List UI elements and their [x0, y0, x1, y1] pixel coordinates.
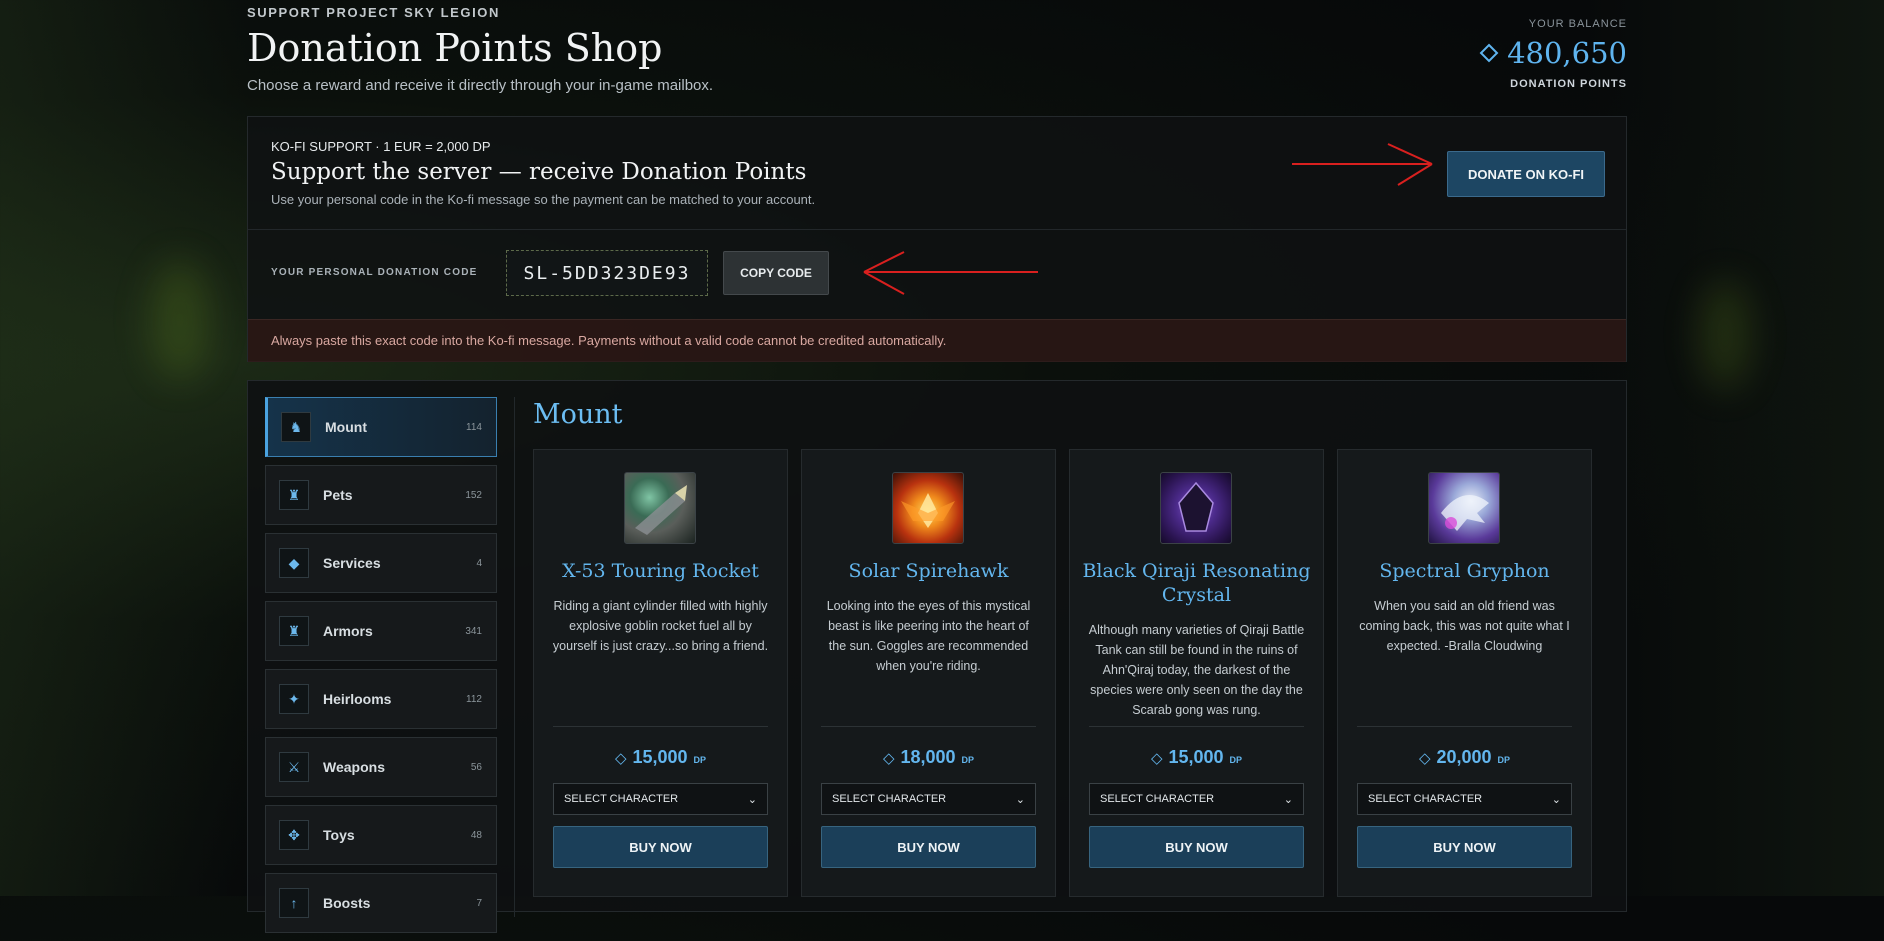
background-left [0, 0, 250, 896]
category-label: Armors [323, 623, 373, 639]
chevron-down-icon: ⌄ [1283, 793, 1293, 806]
arrow-right-icon [1292, 143, 1433, 186]
item-description: Looking into the eyes of this mystical b… [826, 599, 1031, 673]
swords-icon: ⚔ [279, 752, 309, 782]
chevron-down-icon: ⌄ [1551, 793, 1561, 806]
donation-code[interactable]: SL-5DD323DE93 [506, 250, 708, 296]
item-card: Black Qiraji Resonating Crystal Although… [1069, 449, 1324, 897]
item-name: Solar Spirehawk [848, 560, 1009, 582]
diamond-icon: ◇ [1150, 750, 1163, 767]
item-description: Riding a giant cylinder filled with high… [552, 599, 769, 653]
item-card: X-53 Touring Rocket Riding a giant cylin… [533, 449, 788, 897]
background-glow [1700, 280, 1750, 390]
background-right [1584, 0, 1884, 896]
category-mount[interactable]: ♞ Mount 114 [265, 397, 497, 457]
gryphon-icon [1428, 472, 1500, 544]
item-card: Solar Spirehawk Looking into the eyes of… [801, 449, 1056, 897]
buy-now-button[interactable]: BUY NOW [1357, 826, 1572, 868]
item-price: ◇ 15,000 DP [1150, 747, 1243, 767]
character-select[interactable]: SELECT CHARACTER ⌄ [821, 783, 1036, 815]
crystal-icon [1160, 472, 1232, 544]
buy-now-button[interactable]: BUY NOW [821, 826, 1036, 868]
section-title: Mount [533, 399, 623, 430]
diamond-icon: ◆ [279, 548, 309, 578]
background-glow [150, 260, 210, 380]
move-icon: ✥ [279, 820, 309, 850]
star-icon: ✦ [279, 684, 309, 714]
category-weapons[interactable]: ⚔ Weapons 56 [265, 737, 497, 797]
diamond-icon: ◇ [614, 750, 627, 767]
donation-code-label: YOUR PERSONAL DONATION CODE [271, 267, 478, 278]
balance-value: 480,650 [1507, 36, 1627, 70]
category-label: Heirlooms [323, 691, 392, 707]
balance-unit: DONATION POINTS [1510, 78, 1627, 90]
buy-now-button[interactable]: BUY NOW [1089, 826, 1304, 868]
category-boosts[interactable]: ↑ Boosts 7 [265, 873, 497, 933]
kofi-note: Use your personal code in the Ko-fi mess… [271, 192, 816, 207]
item-price: ◇ 18,000 DP [882, 747, 975, 767]
kofi-panel: KO-FI SUPPORT · 1 EUR = 2,000 DP Support… [247, 116, 1627, 362]
item-price: ◇ 15,000 DP [614, 747, 707, 767]
balance-widget: YOUR BALANCE 480,650 DONATION POINTS [1479, 18, 1627, 90]
rocket-icon [624, 472, 696, 544]
category-pets[interactable]: ♜ Pets 152 [265, 465, 497, 525]
warning-text: Always paste this exact code into the Ko… [271, 333, 947, 348]
armor-icon: ♜ [279, 616, 309, 646]
category-sidebar: ♞ Mount 114 ♜ Pets 152 ◆ Services 4 ♜ Ar… [265, 397, 497, 941]
category-count: 4 [476, 557, 482, 569]
category-label: Mount [325, 419, 367, 435]
item-description: Although many varieties of Qiraji Battle… [1088, 623, 1305, 717]
copy-code-button[interactable]: COPY CODE [723, 251, 829, 295]
item-name: Spectral Gryphon [1379, 560, 1550, 582]
chevron-down-icon: ⌄ [747, 793, 757, 806]
chevron-down-icon: ⌄ [1015, 793, 1025, 806]
category-count: 114 [466, 421, 482, 433]
category-count: 56 [470, 761, 482, 773]
kofi-kicker: KO-FI SUPPORT · 1 EUR = 2,000 DP [271, 139, 491, 154]
category-count: 7 [476, 897, 482, 909]
divider [514, 397, 515, 917]
arrow-up-icon: ↑ [279, 888, 309, 918]
character-select[interactable]: SELECT CHARACTER ⌄ [553, 783, 768, 815]
category-armors[interactable]: ♜ Armors 341 [265, 601, 497, 661]
phoenix-icon [892, 472, 964, 544]
donate-kofi-button[interactable]: DONATE ON KO-FI [1447, 151, 1605, 197]
kofi-title: Support the server — receive Donation Po… [271, 159, 807, 185]
category-count: 341 [465, 625, 482, 637]
category-label: Boosts [323, 895, 371, 911]
character-select[interactable]: SELECT CHARACTER ⌄ [1357, 783, 1572, 815]
item-price: ◇ 20,000 DP [1418, 747, 1511, 767]
item-card: Spectral Gryphon When you said an old fr… [1337, 449, 1592, 897]
balance-label: YOUR BALANCE [1528, 18, 1627, 30]
category-count: 112 [466, 693, 482, 705]
diamond-icon [1479, 36, 1499, 70]
item-description: When you said an old friend was coming b… [1359, 599, 1570, 653]
page-subtitle: Choose a reward and receive it directly … [247, 77, 714, 94]
page-title: Donation Points Shop [247, 26, 663, 70]
character-select[interactable]: SELECT CHARACTER ⌄ [1089, 783, 1304, 815]
buy-now-button[interactable]: BUY NOW [553, 826, 768, 868]
category-count: 152 [465, 489, 482, 501]
category-label: Weapons [323, 759, 385, 775]
category-label: Toys [323, 827, 355, 843]
category-toys[interactable]: ✥ Toys 48 [265, 805, 497, 865]
category-services[interactable]: ◆ Services 4 [265, 533, 497, 593]
page-kicker: SUPPORT PROJECT SKY LEGION [247, 5, 501, 20]
item-name: X-53 Touring Rocket [562, 560, 759, 582]
pet-icon: ♜ [279, 480, 309, 510]
horse-icon: ♞ [281, 412, 311, 442]
diamond-icon: ◇ [1418, 750, 1431, 767]
category-label: Services [323, 555, 381, 571]
shop-panel: ♞ Mount 114 ♜ Pets 152 ◆ Services 4 ♜ Ar… [247, 380, 1627, 933]
category-heirlooms[interactable]: ✦ Heirlooms 112 [265, 669, 497, 729]
item-name: Black Qiraji Resonating Crystal [1082, 560, 1311, 606]
arrow-left-icon [863, 251, 1038, 295]
warning-banner: Always paste this exact code into the Ko… [248, 319, 1626, 362]
category-count: 48 [470, 829, 482, 841]
diamond-icon: ◇ [882, 750, 895, 767]
category-label: Pets [323, 487, 353, 503]
